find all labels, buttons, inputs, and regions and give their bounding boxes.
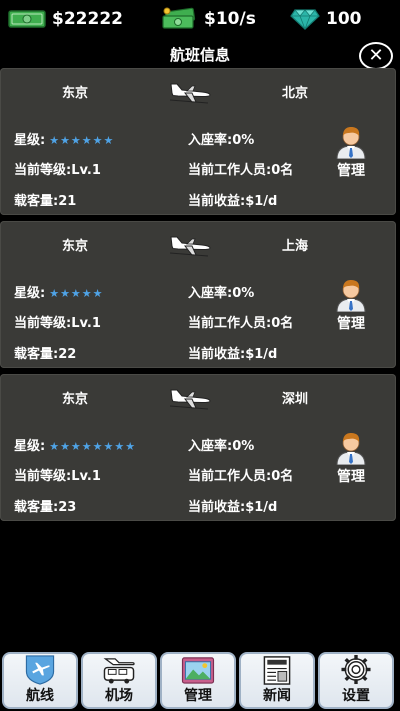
resource-bar: $22222 $10/s 100: [0, 0, 400, 38]
cash-icon: [8, 10, 46, 28]
management-icon: [181, 657, 215, 684]
star-label: 星级:: [14, 286, 46, 301]
nav-news-button[interactable]: 新闻: [239, 652, 315, 709]
destination-city: 深圳: [282, 392, 309, 407]
current-level: 当前等级:Lv.1: [14, 316, 101, 331]
star-label: 星级:: [14, 133, 46, 148]
nav-airport-button[interactable]: 机场: [81, 652, 157, 709]
gem-value: 100: [326, 9, 362, 29]
manage-label: 管理: [337, 469, 365, 485]
income-rate-value: $10/s: [204, 9, 256, 29]
cash-stack-icon: [162, 7, 196, 29]
current-staff: 当前工作人员:0名: [188, 469, 294, 484]
bottom-nav: 航线 机场 管理 新闻 设置: [0, 650, 400, 711]
manager-avatar-icon: [336, 280, 366, 312]
origin-city: 东京: [62, 86, 89, 101]
route-header: 东京 北京: [0, 82, 396, 108]
nav-routes-label: 航线: [26, 688, 54, 704]
page-title: 航班信息: [169, 46, 230, 64]
manage-label: 管理: [337, 163, 365, 179]
origin-city: 东京: [62, 239, 89, 254]
route-card: 东京 北京 星级: ★★★★★★ 入座率:0% 当前等级:Lv.1 当前工作人员:…: [0, 68, 396, 215]
current-staff: 当前工作人员:0名: [188, 316, 294, 331]
money-value: $22222: [52, 9, 123, 29]
manage-button[interactable]: 管理: [330, 278, 372, 333]
airplane-icon: [169, 389, 211, 410]
nav-settings-button[interactable]: 设置: [318, 652, 394, 709]
manage-label: 管理: [337, 316, 365, 332]
route-card: 东京 上海 星级: ★★★★★ 入座率:0% 当前等级:Lv.1 当前工作人员:0…: [0, 221, 396, 368]
star-rating: 星级: ★★★★★: [14, 282, 104, 301]
gem-counter: 100: [290, 6, 362, 32]
destination-city: 上海: [282, 239, 309, 254]
newspaper-icon: [263, 656, 291, 685]
star-rating: 星级: ★★★★★★★★: [14, 435, 136, 454]
manage-button[interactable]: 管理: [330, 431, 372, 486]
manage-button[interactable]: 管理: [330, 125, 372, 180]
nav-management-button[interactable]: 管理: [160, 652, 236, 709]
origin-city: 东京: [62, 392, 89, 407]
airplane-icon: [169, 236, 211, 257]
nav-airport-label: 机场: [105, 688, 133, 704]
current-revenue: 当前收益:$1/d: [188, 347, 278, 362]
occupancy-rate: 入座率:0%: [188, 439, 255, 454]
airport-bus-icon: [103, 658, 135, 684]
star-icons: ★★★★★: [49, 287, 104, 300]
current-level: 当前等级:Lv.1: [14, 163, 101, 178]
airplane-icon: [169, 83, 211, 104]
passenger-capacity: 载客量:23: [14, 500, 77, 515]
route-header: 东京 上海: [0, 235, 396, 261]
star-icons: ★★★★★★: [49, 134, 115, 147]
current-revenue: 当前收益:$1/d: [188, 500, 278, 515]
close-icon: ✕: [368, 45, 384, 66]
nav-news-label: 新闻: [263, 688, 291, 704]
current-revenue: 当前收益:$1/d: [188, 194, 278, 209]
nav-settings-label: 设置: [342, 688, 370, 704]
star-rating: 星级: ★★★★★★: [14, 129, 114, 148]
passenger-capacity: 载客量:21: [14, 194, 77, 209]
nav-management-label: 管理: [184, 688, 212, 704]
settings-gear-icon: [341, 654, 371, 685]
current-staff: 当前工作人员:0名: [188, 163, 294, 178]
destination-city: 北京: [282, 86, 309, 101]
route-card: 东京 深圳 星级: ★★★★★★★★ 入座率:0% 当前等级:Lv.1 当前工作人…: [0, 374, 396, 521]
passenger-capacity: 载客量:22: [14, 347, 77, 362]
current-level: 当前等级:Lv.1: [14, 469, 101, 484]
income-rate-counter: $10/s: [160, 6, 256, 32]
star-label: 星级:: [14, 439, 46, 454]
manager-avatar-icon: [336, 433, 366, 465]
route-header: 东京 深圳: [0, 388, 396, 414]
nav-routes-button[interactable]: 航线: [2, 652, 78, 709]
route-plane-icon: [25, 655, 55, 685]
manager-avatar-icon: [336, 127, 366, 159]
money-counter: $22222: [8, 6, 123, 32]
occupancy-rate: 入座率:0%: [188, 133, 255, 148]
occupancy-rate: 入座率:0%: [188, 286, 255, 301]
close-button[interactable]: ✕: [359, 42, 393, 70]
star-icons: ★★★★★★★★: [49, 440, 137, 453]
diamond-icon: [290, 9, 320, 30]
